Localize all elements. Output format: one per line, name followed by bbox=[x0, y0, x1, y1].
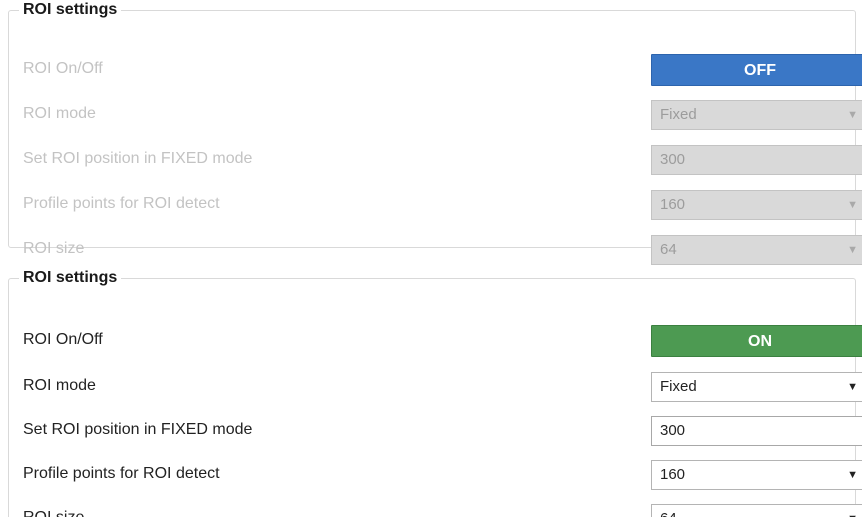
roi-mode-label: ROI mode bbox=[23, 105, 96, 122]
roi-size-select: 64 ▼ bbox=[651, 235, 862, 265]
roi-position-value: 300 bbox=[660, 422, 686, 439]
roi-mode-select[interactable]: Fixed ▼ bbox=[651, 372, 862, 402]
roi-mode-row: ROI mode Fixed ▼ bbox=[23, 100, 862, 130]
roi-size-value: 64 bbox=[660, 510, 677, 517]
roi-mode-select: Fixed ▼ bbox=[651, 100, 862, 130]
roi-toggle-off-button[interactable]: OFF bbox=[651, 54, 862, 86]
roi-position-value: 300 bbox=[660, 151, 686, 168]
roi-settings-panel-off: ROI settings ROI On/Off OFF ROI mode Fix… bbox=[8, 0, 862, 265]
chevron-down-icon: ▼ bbox=[847, 199, 858, 211]
roi-settings-page: ROI settings ROI On/Off OFF ROI mode Fix… bbox=[0, 0, 862, 517]
roi-settings-panel-on: ROI settings ROI On/Off ON ROI mode Fixe… bbox=[8, 268, 862, 517]
profile-points-label: Profile points for ROI detect bbox=[23, 465, 220, 482]
roi-position-row: Set ROI position in FIXED mode 300 bbox=[23, 145, 862, 175]
chevron-down-icon: ▼ bbox=[847, 244, 858, 256]
roi-position-label: Set ROI position in FIXED mode bbox=[23, 150, 253, 167]
roi-position-input: 300 bbox=[651, 145, 862, 175]
chevron-down-icon: ▼ bbox=[847, 109, 858, 121]
roi-position-label: Set ROI position in FIXED mode bbox=[23, 421, 253, 438]
roi-mode-row: ROI mode Fixed ▼ bbox=[23, 372, 862, 402]
roi-mode-value: Fixed bbox=[660, 378, 697, 395]
roi-size-select[interactable]: 64 ▼ bbox=[651, 504, 862, 517]
roi-mode-label: ROI mode bbox=[23, 377, 96, 394]
chevron-down-icon: ▼ bbox=[847, 505, 858, 517]
panel-legend: ROI settings bbox=[23, 269, 118, 286]
profile-points-select: 160 ▼ bbox=[651, 190, 862, 220]
roi-onoff-label: ROI On/Off bbox=[23, 60, 103, 77]
chevron-down-icon: ▼ bbox=[847, 381, 858, 393]
roi-size-label: ROI size bbox=[23, 240, 85, 257]
panel-legend: ROI settings bbox=[23, 1, 118, 18]
roi-mode-value: Fixed bbox=[660, 106, 697, 123]
roi-position-row: Set ROI position in FIXED mode 300 bbox=[23, 416, 862, 446]
roi-size-label: ROI size bbox=[23, 508, 84, 517]
roi-size-value: 64 bbox=[660, 241, 677, 258]
roi-toggle-on-button[interactable]: ON bbox=[651, 325, 862, 357]
profile-points-select[interactable]: 160 ▼ bbox=[651, 460, 862, 490]
roi-size-row: ROI size 64 ▼ bbox=[23, 504, 862, 517]
roi-size-row: ROI size 64 ▼ bbox=[23, 235, 862, 265]
profile-points-row: Profile points for ROI detect 160 ▼ bbox=[23, 460, 862, 490]
profile-points-row: Profile points for ROI detect 160 ▼ bbox=[23, 190, 862, 220]
roi-onoff-label: ROI On/Off bbox=[23, 331, 103, 348]
chevron-down-icon: ▼ bbox=[847, 469, 858, 481]
roi-onoff-row: ROI On/Off OFF bbox=[23, 54, 862, 86]
roi-position-input[interactable]: 300 bbox=[651, 416, 862, 446]
roi-onoff-row: ROI On/Off ON bbox=[23, 325, 862, 357]
profile-points-label: Profile points for ROI detect bbox=[23, 195, 220, 212]
profile-points-value: 160 bbox=[660, 466, 686, 483]
profile-points-value: 160 bbox=[660, 196, 686, 213]
